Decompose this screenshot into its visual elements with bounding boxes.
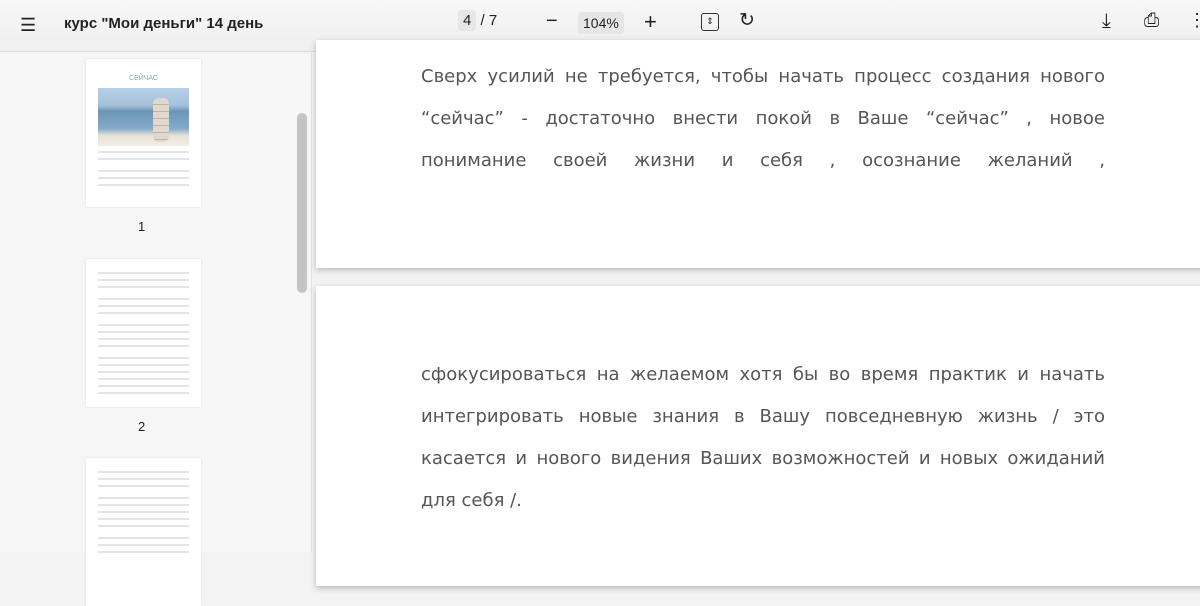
download-icon[interactable]: ⤓ — [1102, 10, 1111, 33]
stone-stack-image — [98, 88, 189, 146]
zoom-out-button[interactable]: − — [546, 10, 558, 33]
thumbnail-number: 1 — [138, 219, 146, 234]
page-text: сфокусироваться на желаемом хотя бы во в… — [421, 354, 1105, 522]
thumbnail-page-1[interactable]: СЕЙЧАС — [86, 59, 201, 207]
thumbnail-page-3[interactable] — [86, 458, 201, 606]
fit-page-icon[interactable]: ⇕ — [701, 13, 719, 31]
zoom-in-button[interactable]: + — [644, 9, 657, 35]
current-page-input[interactable]: 4 — [458, 10, 477, 31]
text-line: понимание своей жизни и себя , осознание… — [421, 150, 1105, 171]
total-pages: 7 — [488, 12, 498, 29]
page-text: Сверх усилий не требуется, чтобы начать … — [421, 56, 1105, 182]
sidebar-scrollbar[interactable] — [297, 113, 307, 293]
page-separator: / — [480, 12, 485, 29]
thumbnail-heading: СЕЙЧАС — [129, 75, 158, 82]
print-icon[interactable]: ⎙ — [1144, 10, 1159, 32]
document-page: сфокусироваться на желаемом хотя бы во в… — [316, 286, 1200, 586]
menu-icon[interactable]: ☰ — [20, 15, 36, 36]
text-line: касается и нового видения Ваших возможно… — [421, 448, 1105, 469]
text-line: для себя /. — [421, 490, 522, 511]
text-line: сфокусироваться на желаемом хотя бы во в… — [421, 364, 1105, 385]
thumbnail-sidebar: СЕЙЧАС 1 2 — [0, 53, 312, 606]
zoom-level-input[interactable]: 104% — [578, 12, 624, 34]
text-line: интегрировать новые знания в Вашу повсед… — [421, 406, 1105, 427]
document-page: Сверх усилий не требуется, чтобы начать … — [316, 40, 1200, 268]
thumbnail-page-2[interactable] — [86, 259, 201, 407]
text-line: “сейчас” - достаточно внести покой в Ваш… — [421, 108, 1105, 129]
text-line: Сверх усилий не требуется, чтобы начать … — [421, 66, 1105, 87]
page-indicator: 4 / 7 — [458, 10, 498, 31]
thumbnail-number: 2 — [138, 419, 146, 434]
document-title: курс "Мои деньги" 14 день — [64, 15, 264, 32]
rotate-icon[interactable]: ↻ — [739, 9, 755, 32]
more-options-icon[interactable]: ⋮ — [1188, 10, 1200, 31]
